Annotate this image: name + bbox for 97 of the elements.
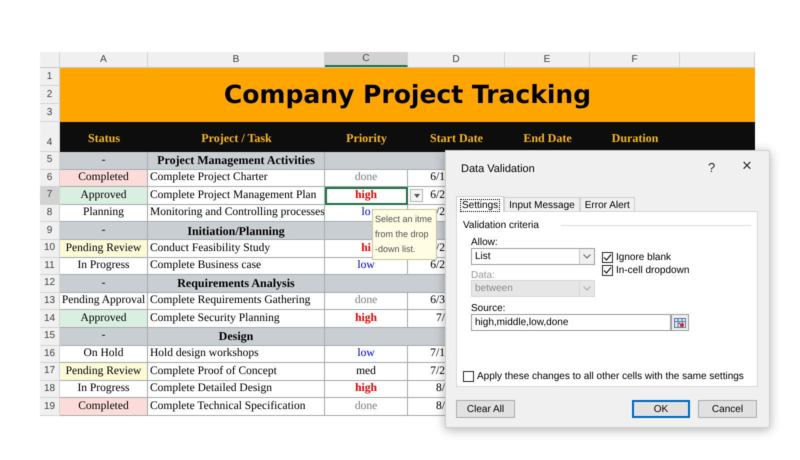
table-cell: Conduct Feasibility Study [148, 240, 325, 258]
table-cell: - [60, 222, 148, 240]
priority-cell: low [325, 346, 408, 364]
group-label: Validation criteria [463, 219, 539, 233]
table-cell: Complete Detailed Design [148, 380, 325, 398]
status-cell: In Progress [60, 380, 148, 398]
row-number[interactable]: 5 [46, 155, 52, 166]
status-cell: Completed [60, 170, 148, 188]
tab[interactable]: Settings [456, 196, 504, 212]
column-heading: Project / Task [201, 130, 272, 146]
tab[interactable]: Input Message [504, 197, 580, 212]
row-number[interactable]: 3 [46, 105, 52, 120]
checkbox-label: Apply these changes to all other cells with the same settings [477, 370, 744, 384]
priority-cell: high [325, 380, 408, 398]
priority-cell: done [325, 292, 408, 310]
date-cell: 7/ [436, 312, 445, 324]
date-cell: 6/1 [430, 172, 445, 184]
dialog-button[interactable]: Clear All [456, 400, 515, 418]
table-cell: - [60, 328, 148, 346]
table-cell: Monitoring and Controlling processes [148, 204, 325, 222]
checkbox[interactable] [602, 265, 613, 276]
date-cell: 8/ [436, 400, 445, 412]
section-heading: Requirements Analysis [148, 275, 325, 293]
priority-cell: high [325, 310, 408, 328]
status-cell: Pending Review [60, 363, 148, 381]
status-cell: Approved [60, 310, 148, 328]
range-picker-button[interactable] [671, 314, 689, 331]
dropdown-button[interactable] [410, 189, 423, 202]
table-cell: - [60, 152, 148, 170]
column-heading: Start Date [430, 130, 483, 146]
column-header[interactable]: D [452, 52, 460, 67]
table-cell: Complete Requirements Gathering [148, 292, 325, 310]
column-heading: Duration [612, 130, 658, 146]
status-cell: On Hold [60, 346, 148, 364]
priority-cell: high [325, 187, 408, 205]
status-cell: Approved [60, 187, 148, 205]
sheet-title: Company Project Tracking [224, 79, 592, 112]
date-cell: 6/2 [430, 260, 445, 272]
row-number[interactable]: 9 [46, 226, 52, 236]
tooltip: Select an itme from the drop -down list. [372, 209, 437, 260]
allow-dropdown[interactable]: List [471, 248, 595, 265]
checkbox[interactable] [463, 371, 474, 382]
row-number[interactable]: 2 [46, 87, 52, 102]
row-number[interactable]: 8 [46, 208, 52, 218]
row-number[interactable]: 6 [46, 172, 52, 183]
column-header[interactable]: C [362, 51, 370, 66]
table-cell: - [60, 275, 148, 293]
close-button[interactable]: × [742, 157, 752, 174]
column-header[interactable]: E [544, 52, 550, 67]
date-cell: 6/2 [430, 190, 445, 202]
status-cell: Planning [60, 204, 148, 222]
section-heading: Design [148, 328, 325, 346]
table-cell: Hold design workshops [148, 346, 325, 364]
section-heading: Project Management Activities [148, 152, 325, 170]
date-cell: 7/2 [430, 366, 445, 378]
row-number[interactable]: 7 [46, 190, 52, 200]
caret-icon [414, 194, 420, 198]
priority-cell: med [325, 363, 408, 381]
field-label: Data: [471, 269, 495, 283]
chevron-down-icon [583, 254, 591, 259]
tab[interactable]: Error Alert [580, 197, 635, 212]
section-heading: Initiation/Planning [148, 222, 325, 240]
grid-arrow-icon [674, 318, 686, 328]
date-cell: 8/ [436, 383, 445, 395]
dialog-button[interactable]: Cancel [698, 400, 757, 418]
field-label: Allow: [471, 236, 498, 250]
dialog-button[interactable]: OK [632, 400, 690, 418]
field-label: Source: [471, 302, 506, 316]
status-cell: In Progress [60, 258, 148, 276]
checkbox[interactable] [602, 252, 613, 263]
row-number[interactable]: 4 [46, 135, 52, 150]
help-button[interactable]: ? [708, 158, 716, 178]
table-cell: Complete Technical Specification [148, 398, 325, 416]
date-cell: 7/1 [430, 348, 445, 360]
column-header[interactable]: F [631, 52, 638, 67]
checkbox-label: Ignore blank [616, 251, 672, 265]
column-heading: End Date [523, 130, 572, 146]
column-header[interactable]: B [232, 52, 240, 67]
checkbox-label: In-cell dropdown [616, 264, 690, 278]
row-number[interactable]: 1 [46, 69, 52, 84]
chevron-down-icon [583, 286, 591, 291]
priority-cell: done [325, 398, 408, 416]
table-cell: Complete Project Management Plan [148, 187, 325, 205]
status-cell: Pending Approval [60, 292, 148, 310]
table-cell: Complete Security Planning [148, 310, 325, 328]
date-cell: 6/3 [430, 295, 445, 307]
status-cell: Pending Review [60, 240, 148, 258]
column-heading: Priority [346, 130, 387, 146]
table-cell: Complete Proof of Concept [148, 363, 325, 381]
priority-cell: done [325, 170, 408, 188]
table-cell: Complete Business case [148, 258, 325, 276]
dialog-title: Data Validation [461, 162, 535, 177]
status-cell: Completed [60, 398, 148, 416]
column-heading: Status [88, 130, 120, 146]
table-cell: Complete Project Charter [148, 170, 325, 188]
column-header[interactable]: A [100, 52, 107, 67]
source-field[interactable]: high,middle,low,done [471, 314, 671, 331]
